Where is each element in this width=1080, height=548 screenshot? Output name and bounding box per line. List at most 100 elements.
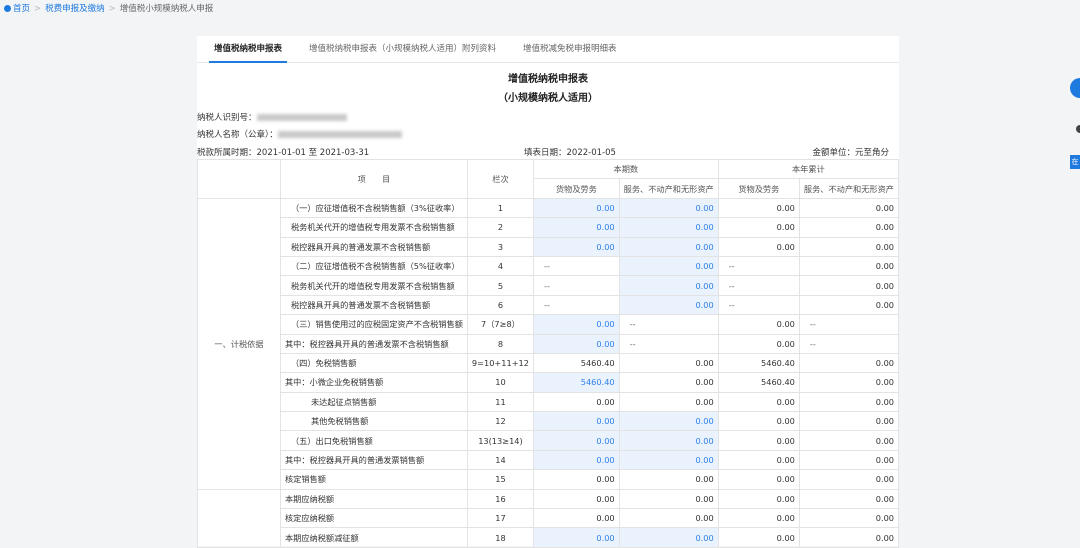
row-item-label: 本期应纳税额 — [279, 488, 468, 510]
table-body: 一、计税依据 （一）应征增值税不含税销售额（3%征收率） 1 0.00 0.00 0.00… — [197, 197, 900, 548]
header-section — [197, 159, 281, 199]
current-goods-cell[interactable]: 0.00 — [532, 333, 620, 354]
header-year-to-date: 本年累计 — [717, 158, 900, 180]
breadcrumb-home[interactable]: 首页 — [13, 4, 30, 14]
current-services-cell: 0.00 — [618, 469, 719, 490]
tab-exemption-detail[interactable]: 增值税减免税申报明细表 — [523, 36, 617, 63]
current-services-cell[interactable]: 0.00 — [618, 527, 719, 548]
ytd-services-cell: 0.00 — [798, 449, 900, 471]
row-line-number: 4 — [466, 255, 534, 277]
ytd-goods-cell: 0.00 — [717, 333, 800, 354]
row-line-number: 16 — [466, 488, 534, 510]
current-goods-cell[interactable]: 5460.40 — [532, 372, 620, 393]
ytd-goods-cell: 0.00 — [717, 488, 800, 510]
ytd-services-cell: 0.00 — [798, 508, 900, 529]
current-goods-cell[interactable]: 0.00 — [532, 430, 620, 451]
taxpayer-name-redacted — [277, 131, 402, 138]
current-services-cell: 0.00 — [618, 508, 719, 529]
row-line-number: 8 — [466, 333, 534, 354]
ytd-services-cell: 0.00 — [798, 255, 900, 277]
row-line-number: 7（7≥8） — [466, 314, 534, 335]
ytd-services-cell: 0.00 — [798, 352, 900, 374]
current-services-cell[interactable]: 0.00 — [618, 294, 719, 316]
declaration-table: 项 目 栏次 本期数 本年累计 货物及劳务 服务、不动产和无形资产 货物及劳务 … — [197, 158, 900, 548]
tab-bar: 增值税纳税申报表 增值税纳税申报表（小规模纳税人适用）附列资料 增值税减免税申报… — [197, 36, 899, 63]
breadcrumb-current: 增值税小规模纳税人申报 — [119, 4, 214, 14]
current-services-cell: 0.00 — [618, 488, 719, 510]
current-goods-cell[interactable]: 0.00 — [532, 236, 620, 257]
ytd-services-cell: 0.00 — [798, 488, 900, 510]
row-item-label: 其中：税控器具开具的普通发票销售额 — [279, 449, 468, 471]
floating-help-button[interactable] — [1070, 78, 1080, 98]
current-goods-cell[interactable]: 0.00 — [532, 197, 620, 219]
table-row: 本期应纳税额 16 0.00 0.00 0.00 0.00 — [197, 488, 900, 548]
ytd-goods-cell: 0.00 — [717, 217, 800, 238]
table-row: （二）应征增值税不含税销售额（5%征收率） 4 -- 0.00 -- 0.00 — [198, 255, 900, 277]
ytd-goods-cell: -- — [717, 275, 800, 296]
tab-attached-schedule[interactable]: 增值税纳税申报表（小规模纳税人适用）附列资料 — [309, 36, 496, 63]
floating-handle[interactable] — [1076, 125, 1080, 133]
current-goods-cell[interactable]: 0.00 — [532, 217, 620, 238]
row-line-number: 13(13≥14) — [466, 430, 534, 451]
table-row: 税控器具开具的普通发票不含税销售额 6 -- 0.00 -- 0.00 — [198, 294, 900, 316]
row-item-label: 其中：小微企业免税销售额 — [279, 372, 468, 393]
current-services-cell[interactable]: 0.00 — [618, 275, 719, 296]
ytd-services-cell: 0.00 — [798, 372, 900, 393]
ytd-services-cell: -- — [798, 333, 900, 354]
current-goods-cell: -- — [532, 275, 620, 296]
current-services-cell[interactable]: 0.00 — [618, 217, 719, 238]
ytd-services-cell: 0.00 — [798, 217, 900, 238]
breadcrumb-separator-1: > — [34, 4, 42, 14]
ytd-goods-cell: -- — [717, 294, 800, 316]
current-goods-cell: 0.00 — [532, 469, 620, 490]
current-services-cell[interactable]: 0.00 — [618, 430, 719, 451]
header-ytd-services: 服务、不动产和无形资产 — [798, 178, 900, 199]
ytd-services-cell: 0.00 — [798, 430, 900, 451]
table-row: 未达起征点销售额 11 0.00 0.00 0.00 0.00 — [198, 391, 900, 413]
current-goods-cell[interactable]: 0.00 — [532, 411, 620, 432]
tab-vat-return[interactable]: 增值税纳税申报表 — [209, 36, 287, 63]
table-row: 其中：小微企业免税销售额 10 5460.40 0.00 5460.40 0.00 — [198, 372, 900, 393]
floating-online-button[interactable]: 在 — [1070, 155, 1080, 169]
ytd-services-cell: 0.00 — [798, 469, 900, 490]
ytd-goods-cell: 0.00 — [717, 430, 800, 451]
current-goods-cell[interactable]: 0.00 — [532, 527, 620, 548]
current-goods-cell[interactable]: 0.00 — [532, 314, 620, 335]
table-row: 其中：税控器具开具的普通发票销售额 14 0.00 0.00 0.00 0.00 — [198, 449, 900, 471]
table-row: （三）销售使用过的应税固定资产不含税销售额 7（7≥8） 0.00 -- 0.00 -- — [198, 314, 900, 335]
current-services-cell: -- — [618, 333, 719, 354]
current-services-cell[interactable]: 0.00 — [618, 197, 719, 219]
tax-period: 税款所属时期：2021-01-01 至 2021-03-31 — [197, 148, 370, 158]
table-row: 税务机关代开的增值税专用发票不含税销售额 5 -- 0.00 -- 0.00 — [198, 275, 900, 296]
current-services-cell[interactable]: 0.00 — [618, 255, 719, 277]
ytd-goods-cell: 0.00 — [717, 411, 800, 432]
header-current-goods: 货物及劳务 — [532, 178, 620, 199]
table-row: 本期应纳税额减征额 18 0.00 0.00 0.00 0.00 — [198, 527, 900, 548]
table-row: 核定销售额 15 0.00 0.00 0.00 0.00 — [198, 469, 900, 490]
ytd-goods-cell: 0.00 — [717, 391, 800, 413]
header-ytd-goods: 货物及劳务 — [717, 178, 800, 199]
row-line-number: 11 — [466, 391, 534, 413]
row-line-number: 10 — [466, 372, 534, 393]
current-services-cell: 0.00 — [618, 372, 719, 393]
current-services-cell[interactable]: 0.00 — [618, 449, 719, 471]
taxpayer-id-label: 纳税人识别号： — [197, 113, 257, 123]
current-services-cell[interactable]: 0.00 — [618, 236, 719, 257]
ytd-services-cell: 0.00 — [798, 236, 900, 257]
row-line-number: 3 — [466, 236, 534, 257]
page-subtitle: （小规模纳税人适用） — [498, 93, 598, 104]
ytd-goods-cell: -- — [717, 255, 800, 277]
breadcrumb-level1[interactable]: 税费申报及缴纳 — [45, 4, 105, 14]
current-goods-cell[interactable]: 0.00 — [532, 449, 620, 471]
row-line-number: 9=10+11+12 — [466, 352, 534, 374]
row-item-label: （四）免税销售额 — [279, 352, 468, 374]
taxpayer-id-row: 纳税人识别号： — [197, 111, 347, 123]
section-label: 一、计税依据 — [197, 197, 281, 490]
ytd-services-cell: 0.00 — [798, 391, 900, 413]
current-goods-cell: 0.00 — [532, 508, 620, 529]
row-item-label: （二）应征增值税不含税销售额（5%征收率） — [279, 255, 468, 277]
current-services-cell[interactable]: 0.00 — [618, 411, 719, 432]
ytd-goods-cell: 0.00 — [717, 314, 800, 335]
ytd-goods-cell: 0.00 — [717, 469, 800, 490]
amount-unit: 金额单位：元至角分 — [812, 148, 889, 158]
